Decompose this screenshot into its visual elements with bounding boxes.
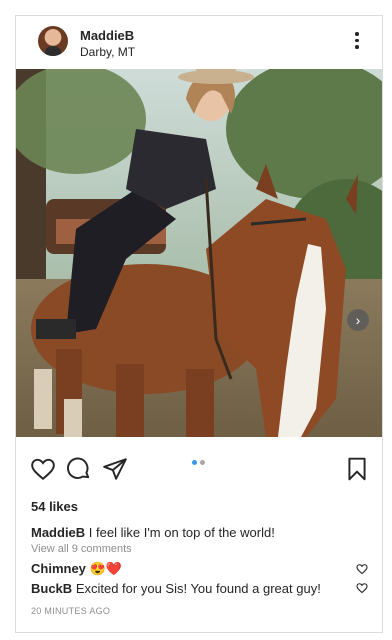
- post-card: MaddieB Darby, MT › 54 likes MaddieB I f…: [15, 15, 383, 633]
- post-photo[interactable]: ›: [16, 69, 382, 437]
- caption-text: I feel like I'm on top of the world!: [88, 525, 275, 540]
- comment-username[interactable]: BuckB: [31, 581, 72, 596]
- paper-plane-icon[interactable]: [102, 456, 128, 482]
- comment-text: Excited for you Sis! You found a great g…: [75, 581, 321, 596]
- more-options-icon[interactable]: [354, 32, 360, 52]
- comment-like-heart-icon[interactable]: [356, 563, 368, 575]
- comment-row: BuckB Excited for you Sis! You found a g…: [31, 581, 331, 596]
- post-username[interactable]: MaddieB: [80, 28, 134, 43]
- post-caption: MaddieB I feel like I'm on top of the wo…: [31, 525, 371, 540]
- likes-count[interactable]: 54 likes: [31, 499, 78, 514]
- comment-like-heart-icon[interactable]: [356, 582, 368, 594]
- comment-bubble-icon[interactable]: [66, 456, 92, 482]
- post-header: MaddieB Darby, MT: [16, 16, 382, 69]
- action-bar: [16, 456, 382, 486]
- heart-icon[interactable]: [30, 456, 56, 482]
- post-timestamp: 20 MINUTES AGO: [31, 606, 111, 616]
- view-all-comments-link[interactable]: View all 9 comments: [31, 543, 132, 555]
- chevron-right-icon[interactable]: ›: [347, 309, 369, 331]
- post-location[interactable]: Darby, MT: [80, 45, 135, 59]
- comment-username[interactable]: Chimney: [31, 561, 86, 576]
- bookmark-icon[interactable]: [344, 456, 370, 482]
- photo-illustration: [16, 69, 382, 437]
- avatar[interactable]: [38, 26, 68, 56]
- caption-username[interactable]: MaddieB: [31, 525, 85, 540]
- comment-text: 😍❤️: [89, 561, 122, 576]
- comment-row: Chimney 😍❤️: [31, 561, 331, 577]
